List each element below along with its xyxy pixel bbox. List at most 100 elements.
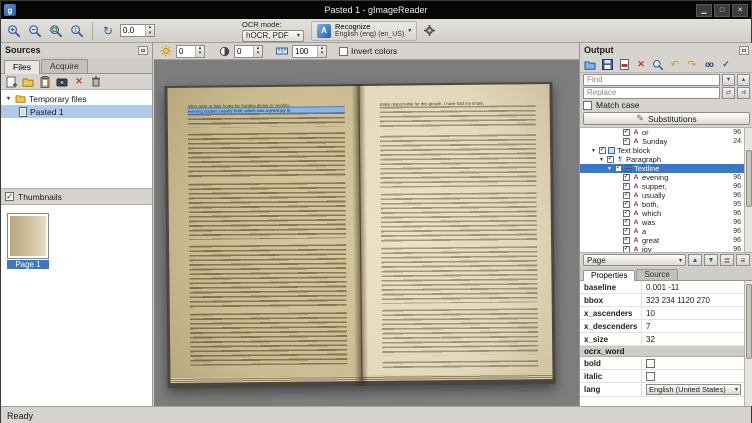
ocr-tree-row[interactable]: Awas96: [580, 218, 752, 227]
ocr-tree-row[interactable]: Aor96: [580, 128, 752, 137]
resolution-input[interactable]: [293, 46, 317, 57]
save-button[interactable]: [600, 58, 614, 72]
apply-button[interactable]: ✓: [719, 58, 733, 72]
substitutions-toggle-button[interactable]: oo: [702, 58, 716, 72]
italic-checkbox[interactable]: [646, 372, 655, 381]
zoom-out-button[interactable]: [26, 22, 44, 40]
page-thumbnail[interactable]: Page 1: [7, 213, 49, 269]
ocr-tree-row[interactable]: Aa96: [580, 227, 752, 236]
zoom-in-button[interactable]: [5, 22, 23, 40]
property-value[interactable]: 32: [642, 335, 743, 344]
find-replace-toggle-button[interactable]: [651, 58, 665, 72]
match-case-checkbox[interactable]: [583, 101, 592, 110]
canvas-viewport[interactable]: often went to their home for Sunday dinn…: [154, 60, 579, 406]
expander-icon[interactable]: ▼: [5, 96, 12, 102]
add-images-button[interactable]: [4, 75, 18, 89]
tab-files[interactable]: Files: [4, 60, 40, 74]
property-value[interactable]: 0.001 -11: [642, 283, 743, 292]
resolution-spin-down-icon[interactable]: ▾: [318, 51, 326, 57]
add-folder-button[interactable]: [21, 75, 35, 89]
item-checkbox[interactable]: [607, 156, 614, 163]
undock-panel-button[interactable]: [138, 46, 148, 55]
invert-colors-checkbox[interactable]: [339, 47, 348, 56]
screenshot-button[interactable]: [55, 75, 69, 89]
rotation-spin-down-icon[interactable]: ▾: [146, 31, 154, 37]
ocr-tree-row[interactable]: ASunday24: [580, 137, 752, 146]
item-checkbox[interactable]: [623, 192, 630, 199]
close-button[interactable]: ✕: [732, 4, 748, 17]
item-checkbox[interactable]: [623, 201, 630, 208]
item-checkbox[interactable]: [623, 246, 630, 253]
item-checkbox[interactable]: [623, 210, 630, 217]
collapse-all-button[interactable]: ≡: [736, 254, 750, 266]
remove-source-button[interactable]: ✕: [72, 75, 86, 89]
properties-scrollbar[interactable]: [744, 281, 752, 406]
substitutions-button[interactable]: ✎ Substitutions: [583, 112, 750, 125]
page-select[interactable]: Page▾: [583, 254, 686, 266]
ocr-tree-row[interactable]: Agreat96: [580, 236, 752, 245]
item-checkbox[interactable]: [623, 129, 630, 136]
brightness-spin-down-icon[interactable]: ▾: [196, 51, 204, 57]
ocr-tree-row[interactable]: Aboth,95: [580, 200, 752, 209]
scrollbar-thumb[interactable]: [746, 150, 752, 207]
undo-button[interactable]: ↶: [668, 58, 682, 72]
property-value[interactable]: 7: [642, 322, 743, 331]
find-input[interactable]: [583, 74, 720, 86]
ocr-tree-row[interactable]: Aevening96: [580, 173, 752, 182]
ocr-tree-row[interactable]: Awhich96: [580, 209, 752, 218]
ocr-tree-row[interactable]: ▼Text block: [580, 146, 752, 155]
next-item-button[interactable]: ▼: [704, 254, 718, 266]
tree-item-temporary-files[interactable]: ▼ Temporary files: [1, 92, 152, 105]
property-value[interactable]: 323 234 1120 270: [642, 296, 743, 305]
export-button[interactable]: [617, 58, 631, 72]
expander-icon[interactable]: ▼: [598, 157, 605, 163]
item-checkbox[interactable]: [623, 219, 630, 226]
rotation-input[interactable]: [121, 25, 145, 36]
clear-sources-button[interactable]: [89, 75, 103, 89]
settings-button[interactable]: [420, 22, 438, 40]
find-next-button[interactable]: ▼: [722, 74, 735, 86]
paste-button[interactable]: [38, 75, 52, 89]
expand-all-button[interactable]: ≣: [720, 254, 734, 266]
ocr-tree-row[interactable]: Asupper,96: [580, 182, 752, 191]
zoom-original-button[interactable]: 1: [68, 22, 86, 40]
expander-icon[interactable]: ▼: [606, 166, 613, 172]
item-checkbox[interactable]: [623, 138, 630, 145]
ocr-tree-row[interactable]: ▼¶Paragraph: [580, 155, 752, 164]
zoom-fit-button[interactable]: [47, 22, 65, 40]
tree-item-pasted-1[interactable]: Pasted 1: [1, 105, 152, 118]
ocr-tree-row[interactable]: Ajoy96: [580, 245, 752, 253]
recognize-button[interactable]: A Recognize English (eng) (en_US) ▾: [311, 21, 417, 41]
brightness-input[interactable]: [177, 46, 195, 57]
tree-scrollbar[interactable]: [744, 128, 752, 252]
ocr-tree-row[interactable]: ▼Textline: [580, 164, 752, 173]
replace-button[interactable]: ⇄: [722, 87, 735, 99]
rotate-button[interactable]: ↻: [99, 22, 117, 40]
contrast-spin-down-icon[interactable]: ▾: [254, 51, 262, 57]
item-checkbox[interactable]: [623, 183, 630, 190]
tab-source[interactable]: Source: [636, 269, 677, 280]
expander-icon[interactable]: ▼: [590, 148, 597, 154]
replace-all-button[interactable]: ⇉: [737, 87, 750, 99]
clear-output-button[interactable]: ✕: [634, 58, 648, 72]
tab-properties[interactable]: Properties: [583, 270, 635, 281]
item-checkbox[interactable]: [623, 237, 630, 244]
item-checkbox[interactable]: [623, 174, 630, 181]
item-checkbox[interactable]: [615, 165, 622, 172]
ocr-tree-row[interactable]: Ausually96: [580, 191, 752, 200]
find-prev-button[interactable]: ▲: [737, 74, 750, 86]
thumbnails-checkbox[interactable]: [5, 192, 14, 201]
item-checkbox[interactable]: [623, 228, 630, 235]
replace-input[interactable]: [583, 87, 720, 99]
item-checkbox[interactable]: [599, 147, 606, 154]
tab-acquire[interactable]: Acquire: [41, 59, 88, 73]
minimize-button[interactable]: ▁: [696, 4, 712, 17]
maximize-button[interactable]: □: [714, 4, 730, 17]
contrast-input[interactable]: [235, 46, 253, 57]
open-button[interactable]: [583, 58, 597, 72]
ocr-mode-select[interactable]: hOCR, PDF▾: [242, 30, 304, 42]
bold-checkbox[interactable]: [646, 359, 655, 368]
undock-panel-button[interactable]: [739, 46, 749, 55]
prev-item-button[interactable]: ▲: [688, 254, 702, 266]
scrollbar-thumb[interactable]: [746, 284, 752, 359]
